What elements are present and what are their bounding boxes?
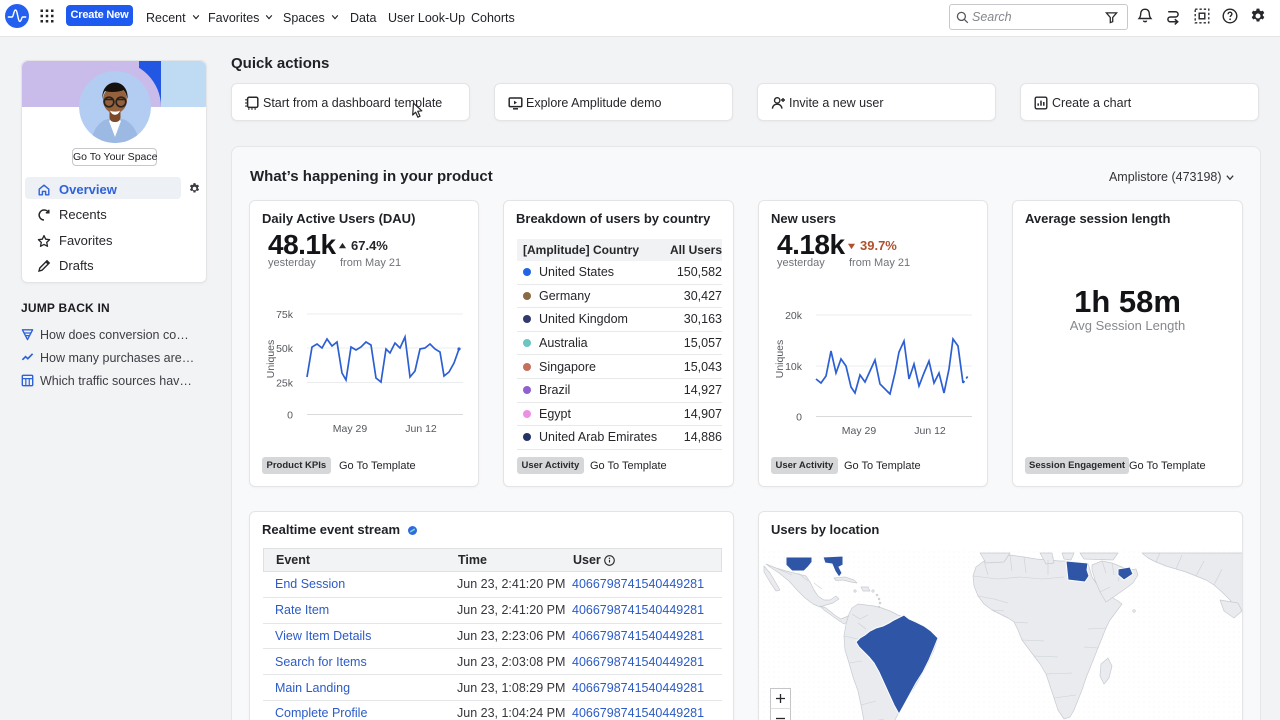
svg-text:Uniques: Uniques — [265, 340, 277, 379]
svg-text:Uniques: Uniques — [774, 340, 786, 379]
svg-text:May 29: May 29 — [842, 425, 877, 437]
svg-text:Jun 12: Jun 12 — [914, 425, 946, 437]
svg-text:50k: 50k — [276, 343, 294, 355]
svg-text:May 29: May 29 — [333, 423, 368, 435]
svg-text:0: 0 — [287, 410, 293, 422]
svg-text:0: 0 — [796, 412, 802, 424]
svg-text:10k: 10k — [785, 361, 803, 373]
svg-text:Jun 12: Jun 12 — [405, 423, 437, 435]
svg-text:75k: 75k — [276, 309, 294, 321]
svg-text:20k: 20k — [785, 310, 803, 322]
svg-text:25k: 25k — [276, 378, 294, 390]
